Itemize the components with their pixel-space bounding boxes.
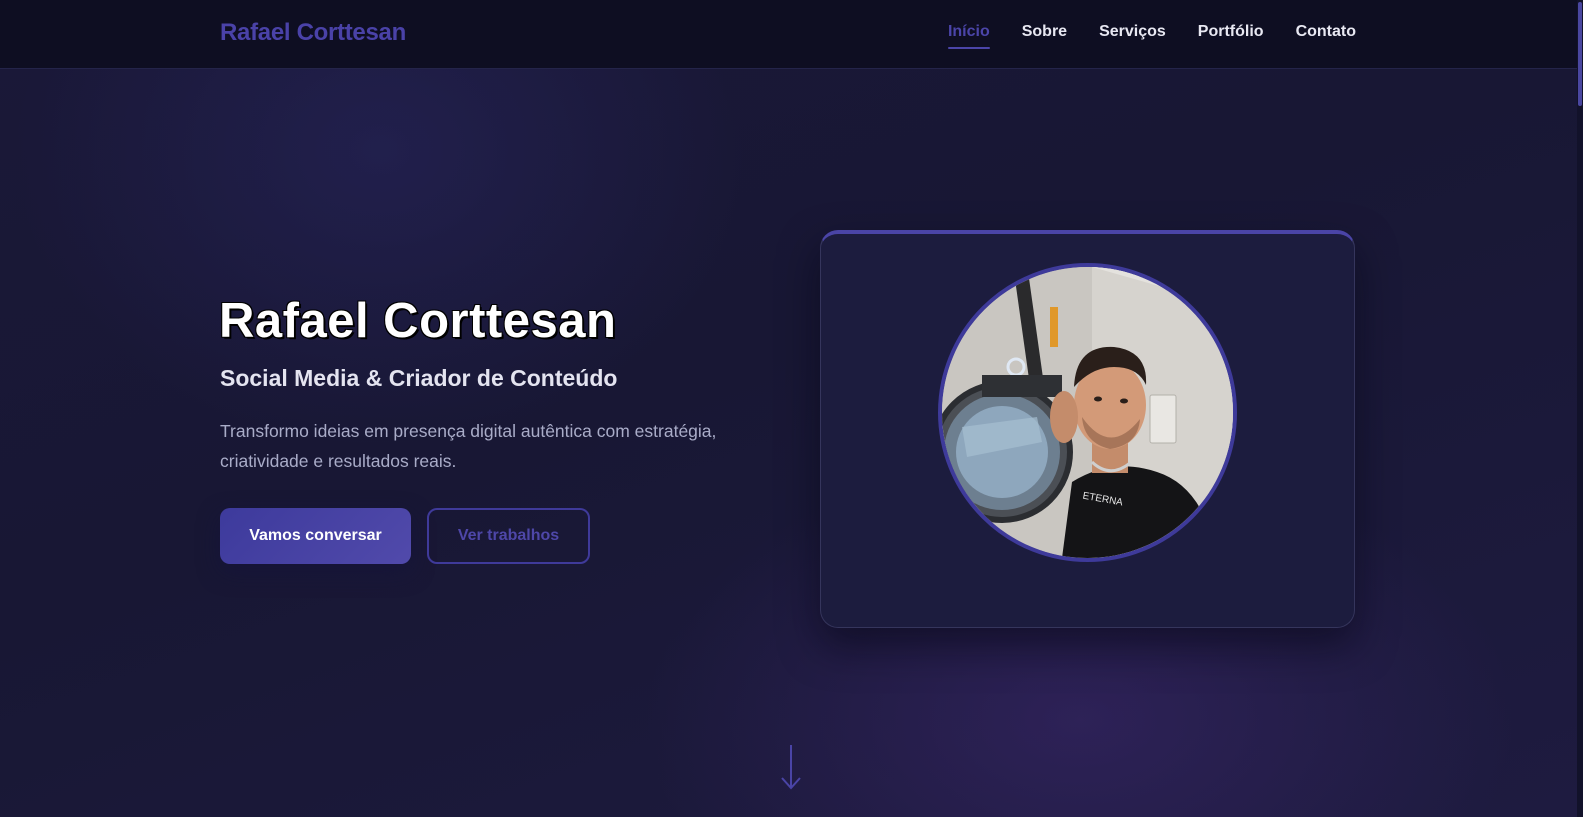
nav-link-contato[interactable]: Contato xyxy=(1296,23,1356,47)
hero-title: Rafael Corttesan xyxy=(219,294,617,348)
scrollbar[interactable] xyxy=(1577,0,1583,817)
nav-link-portfolio[interactable]: Portfólio xyxy=(1198,23,1264,47)
hero-description: Transformo ideias em presença digital au… xyxy=(220,416,780,476)
contact-button[interactable]: Vamos conversar xyxy=(220,508,411,564)
brand-logo[interactable]: Rafael Corttesan xyxy=(220,19,406,47)
hero-subtitle: Social Media & Criador de Conteúdo xyxy=(220,365,618,391)
top-navbar: Rafael Corttesan Início Sobre Serviços P… xyxy=(0,0,1583,69)
scrollbar-thumb[interactable] xyxy=(1578,2,1582,106)
arrow-down-icon[interactable] xyxy=(779,744,803,790)
nav-link-servicos[interactable]: Serviços xyxy=(1099,23,1166,47)
nav-links: Início Sobre Serviços Portfólio Contato xyxy=(947,23,1356,49)
nav-link-sobre[interactable]: Sobre xyxy=(1022,23,1067,47)
profile-photo-illustration: ETERNA xyxy=(942,267,1233,558)
hero-description-line-1: Transformo ideias em presença digital au… xyxy=(220,421,717,441)
profile-photo: ETERNA xyxy=(938,263,1237,562)
portfolio-button[interactable]: Ver trabalhos xyxy=(427,508,590,564)
hero-description-line-2: criatividade e resultados reais. xyxy=(220,451,457,471)
profile-card: ETERNA xyxy=(820,230,1355,628)
nav-link-inicio[interactable]: Início xyxy=(947,23,990,49)
